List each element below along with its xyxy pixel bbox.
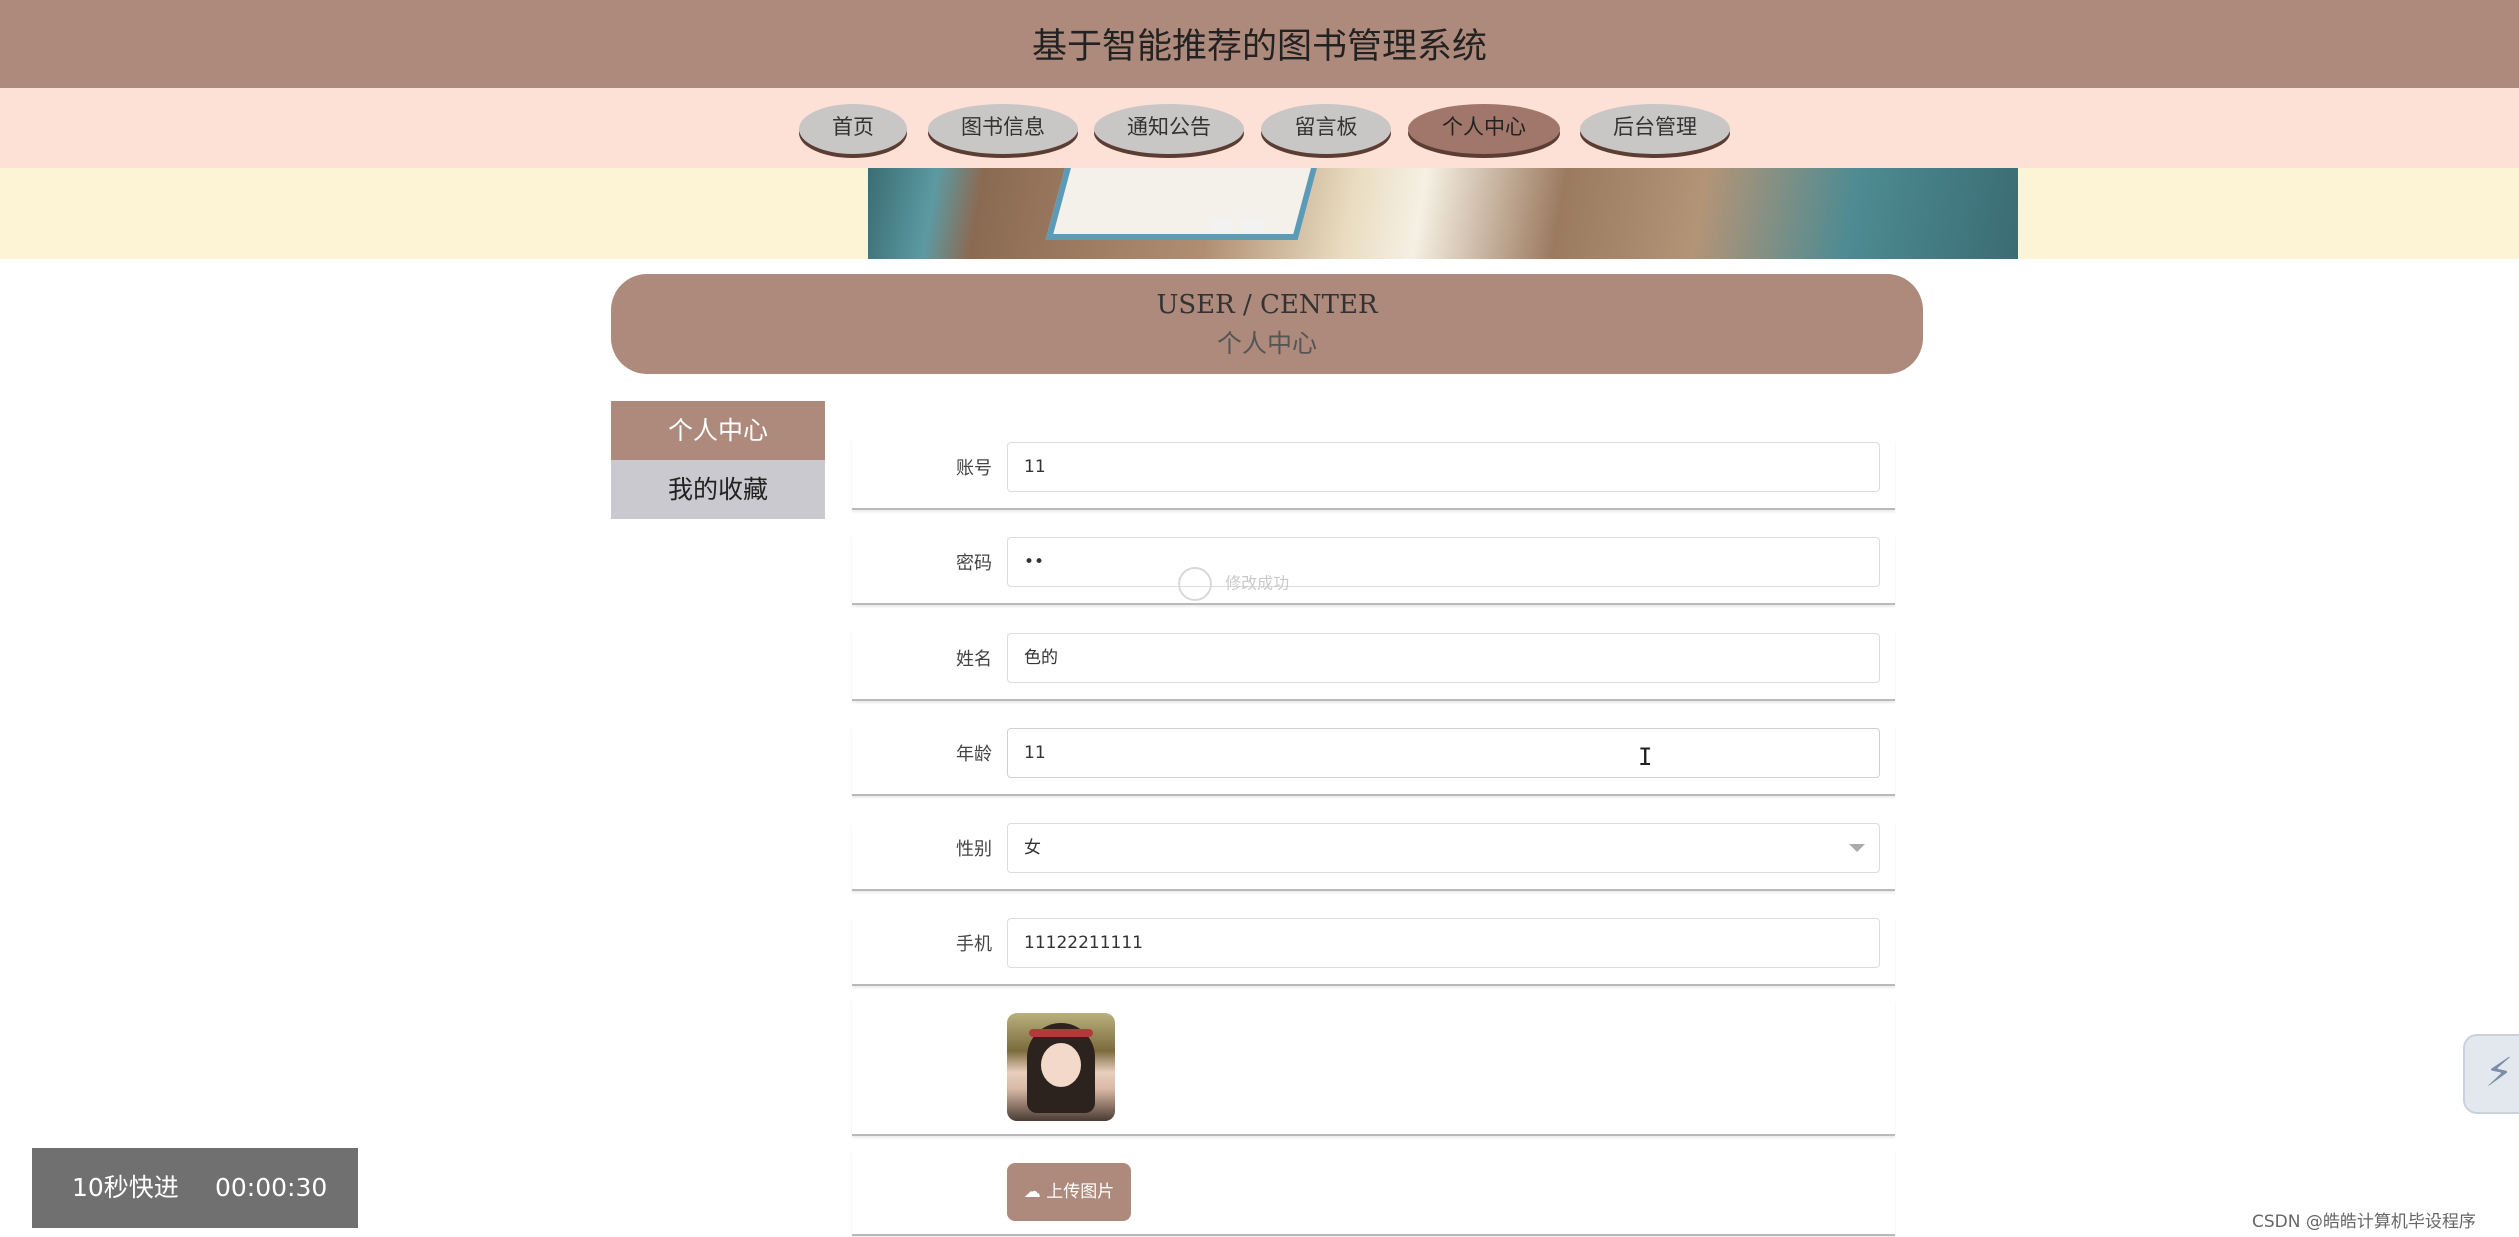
password-label: 密码 xyxy=(956,553,992,574)
form-row-age: 年龄 11 xyxy=(852,726,1895,796)
success-toast: 修改成功 xyxy=(1178,567,1289,601)
nav-notices[interactable]: 通知公告 xyxy=(1094,104,1244,154)
phone-label: 手机 xyxy=(956,934,992,955)
form-row-account: 账号 11 xyxy=(852,440,1895,510)
avatar xyxy=(1007,1013,1115,1121)
banner-image xyxy=(868,168,2018,259)
gender-value: 女 xyxy=(1024,838,1041,858)
name-label: 姓名 xyxy=(956,649,992,670)
account-field[interactable]: 11 xyxy=(1007,442,1880,492)
gender-label: 性别 xyxy=(956,839,992,860)
upload-image-button[interactable]: ☁ 上传图片 xyxy=(1007,1163,1131,1221)
sidebar-item-user-center[interactable]: 个人中心 xyxy=(611,401,825,460)
age-field[interactable]: 11 xyxy=(1007,728,1880,778)
nav-user-center[interactable]: 个人中心 xyxy=(1408,104,1560,154)
account-label: 账号 xyxy=(956,458,992,479)
text-cursor-icon: I xyxy=(1638,743,1653,771)
floating-tool-button[interactable]: ⚡ xyxy=(2463,1034,2519,1114)
form-row-phone: 手机 11122211111 xyxy=(852,916,1895,986)
top-header: 基于智能推荐的图书管理系统 xyxy=(0,0,2519,88)
sidebar-item-favorites[interactable]: 我的收藏 xyxy=(611,460,825,519)
name-field[interactable]: 色的 xyxy=(1007,633,1880,683)
smile-icon xyxy=(1178,567,1212,601)
password-field[interactable]: •• xyxy=(1007,537,1880,587)
toast-text: 修改成功 xyxy=(1225,573,1290,593)
fast-forward-label: 10秒快进 xyxy=(72,1173,179,1202)
fast-forward-overlay[interactable]: 10秒快进 00:00:30 xyxy=(32,1148,358,1228)
chevron-down-icon xyxy=(1849,844,1865,852)
carousel-dot[interactable] xyxy=(1240,218,1264,232)
age-label: 年龄 xyxy=(956,744,992,765)
form-row-name: 姓名 色的 xyxy=(852,631,1895,701)
section-header: USER / CENTER 个人中心 xyxy=(611,274,1923,374)
cloud-upload-icon: ☁ xyxy=(1023,1182,1041,1202)
nav-bar xyxy=(0,88,2519,168)
nav-book-info[interactable]: 图书信息 xyxy=(928,104,1078,154)
gender-select[interactable]: 女 xyxy=(1007,823,1880,873)
playback-time: 00:00:30 xyxy=(215,1173,328,1202)
phone-field[interactable]: 11122211111 xyxy=(1007,918,1880,968)
form-row-password: 密码 •• xyxy=(852,535,1895,605)
nav-home[interactable]: 首页 xyxy=(799,104,907,154)
section-title-cn: 个人中心 xyxy=(1216,329,1317,358)
section-title-en: USER / CENTER xyxy=(1156,290,1378,320)
watermark: CSDN @皓皓计算机毕设程序 xyxy=(2252,1212,2476,1232)
book-page-graphic xyxy=(1045,168,1323,240)
carousel-dot[interactable] xyxy=(1210,218,1234,232)
upload-button-label: 上传图片 xyxy=(1046,1182,1115,1202)
avatar-headband xyxy=(1029,1029,1093,1037)
nav-message-board[interactable]: 留言板 xyxy=(1261,104,1391,154)
avatar-face xyxy=(1041,1043,1081,1087)
form-row-gender: 性别 女 xyxy=(852,821,1895,891)
nav-admin[interactable]: 后台管理 xyxy=(1580,104,1730,154)
lightning-icon: ⚡ xyxy=(2485,1050,2514,1096)
site-title: 基于智能推荐的图书管理系统 xyxy=(1031,27,1487,67)
